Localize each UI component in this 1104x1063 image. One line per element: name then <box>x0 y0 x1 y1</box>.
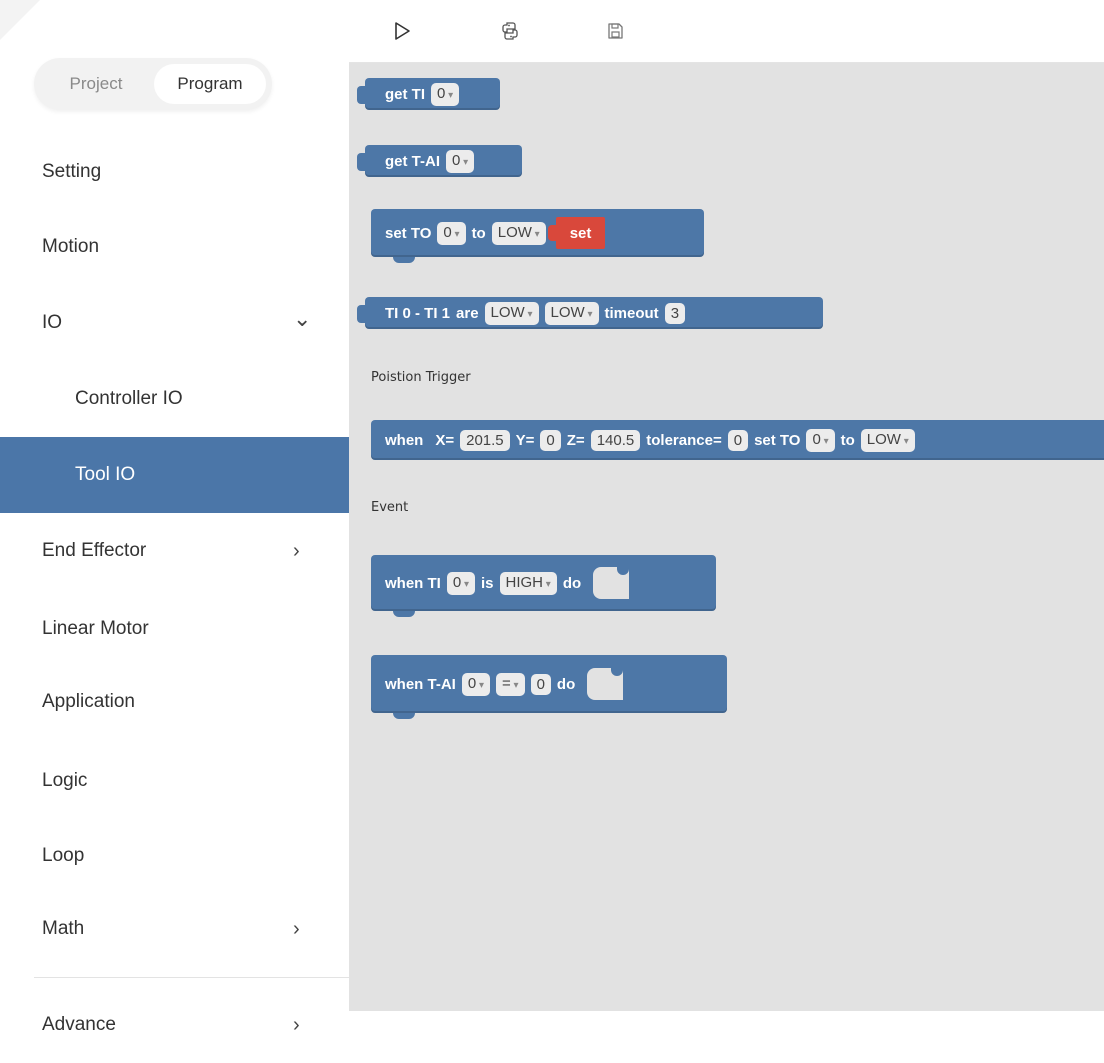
y-input[interactable]: 0 <box>540 429 561 451</box>
block-label: to <box>471 224 486 242</box>
sidebar-item-label: Controller IO <box>75 388 183 409</box>
play-icon[interactable] <box>391 20 413 42</box>
sidebar-item-logic[interactable]: Logic <box>0 743 349 819</box>
statement-input-slot[interactable] <box>593 567 630 599</box>
block-label: X= <box>435 431 455 449</box>
set-value-block[interactable]: set <box>547 217 606 249</box>
sidebar-item-label: Loop <box>42 845 85 866</box>
level-dropdown[interactable]: LOW <box>484 301 539 325</box>
sidebar-item-label: Linear Motor <box>42 618 149 639</box>
tab-program[interactable]: Program <box>154 64 266 104</box>
section-label-position-trigger: Poistion Trigger <box>371 370 471 385</box>
sidebar: Project Program Setting Motion IO ⌄ Cont… <box>0 0 349 1039</box>
operator-dropdown[interactable]: = <box>496 672 525 696</box>
block-get-ti[interactable]: get TI 0 <box>357 78 500 110</box>
save-icon[interactable] <box>604 20 626 42</box>
section-label-event: Event <box>371 500 409 515</box>
port-dropdown[interactable]: 0 <box>437 221 466 245</box>
sidebar-item-label: Motion <box>42 236 100 257</box>
sidebar-item-label: IO <box>42 312 63 333</box>
sidebar-item-tool-io[interactable]: Tool IO <box>0 437 349 513</box>
block-label: when <box>385 431 424 449</box>
level-dropdown[interactable]: LOW <box>491 221 546 245</box>
sidebar-item-label: Advance <box>42 1014 116 1035</box>
sidebar-item-linear-motor[interactable]: Linear Motor <box>0 591 349 667</box>
timeout-input[interactable]: 3 <box>664 302 686 324</box>
toolbar <box>349 0 1104 63</box>
sidebar-item-motion[interactable]: Motion <box>0 209 349 285</box>
sidebar-item-label: Tool IO <box>75 464 136 485</box>
block-label: do <box>562 574 582 592</box>
block-label: when TI <box>385 574 441 592</box>
port-dropdown[interactable]: 0 <box>461 672 490 696</box>
block-when-tai-event[interactable]: when T-AI 0 = 0 do <box>371 655 727 719</box>
sidebar-item-application[interactable]: Application <box>0 664 349 740</box>
sidebar-divider <box>34 977 349 978</box>
level-dropdown[interactable]: LOW <box>544 301 599 325</box>
blocks-workspace[interactable]: get TI 0 get T-AI 0 set TO 0 to LOW set … <box>349 63 1104 1011</box>
port-dropdown[interactable]: 0 <box>446 149 475 173</box>
block-set-to[interactable]: set TO 0 to LOW set <box>371 209 704 263</box>
block-label: tolerance= <box>646 431 722 449</box>
sidebar-item-loop[interactable]: Loop <box>0 818 349 894</box>
sidebar-item-setting[interactable]: Setting <box>0 134 349 210</box>
block-when-ti-event[interactable]: when TI 0 is HIGH do <box>371 555 716 617</box>
block-label: are <box>456 304 479 322</box>
block-label: to <box>840 431 855 449</box>
chevron-right-icon: › <box>293 540 300 562</box>
block-ti-pair-wait[interactable]: TI 0 - TI 1 are LOW LOW timeout 3 <box>357 297 823 329</box>
statement-input-slot[interactable] <box>587 668 624 700</box>
block-label: get T-AI <box>385 152 440 170</box>
sidebar-item-advance[interactable]: Advance › <box>0 987 349 1039</box>
block-label: get TI <box>385 85 425 103</box>
sidebar-item-label: Logic <box>42 770 88 791</box>
block-label: set TO <box>385 224 432 242</box>
z-input[interactable]: 140.5 <box>590 429 641 451</box>
python-icon[interactable] <box>499 20 521 42</box>
block-get-tai[interactable]: get T-AI 0 <box>357 145 522 177</box>
block-label: TI 0 - TI 1 <box>385 304 451 322</box>
sidebar-item-math[interactable]: Math › <box>0 891 349 967</box>
chevron-right-icon: › <box>293 1014 300 1036</box>
port-dropdown[interactable]: 0 <box>806 428 835 452</box>
block-label: set TO <box>754 431 801 449</box>
block-label: Y= <box>515 431 535 449</box>
level-dropdown[interactable]: HIGH <box>499 571 557 595</box>
port-dropdown[interactable]: 0 <box>446 571 475 595</box>
sidebar-item-io[interactable]: IO ⌄ <box>0 285 349 361</box>
sidebar-item-controller-io[interactable]: Controller IO <box>0 361 349 437</box>
sidebar-item-label: Application <box>42 691 135 712</box>
tab-project[interactable]: Project <box>48 64 144 104</box>
sidebar-item-end-effector[interactable]: End Effector › <box>0 513 349 589</box>
block-label: Z= <box>566 431 585 449</box>
value-input[interactable]: 0 <box>530 673 551 695</box>
chevron-down-icon: ⌄ <box>293 306 312 331</box>
x-input[interactable]: 201.5 <box>460 429 510 451</box>
block-notch <box>393 611 415 617</box>
chevron-right-icon: › <box>293 918 300 940</box>
sidebar-item-label: End Effector <box>42 540 147 561</box>
level-dropdown[interactable]: LOW <box>860 428 915 452</box>
mode-toggle: Project Program <box>34 58 272 110</box>
block-notch <box>393 257 415 263</box>
block-notch <box>393 713 415 719</box>
block-label: timeout <box>604 304 659 322</box>
corner-decoration <box>0 0 40 40</box>
block-label: is <box>481 574 494 592</box>
workspace-bottom-strip <box>349 1011 1104 1039</box>
block-label: do <box>556 675 576 693</box>
block-position-trigger[interactable]: when X= 201.5 Y= 0 Z= 140.5 tolerance= 0… <box>371 420 1104 460</box>
tolerance-input[interactable]: 0 <box>727 429 749 451</box>
sidebar-item-label: Setting <box>42 161 102 182</box>
port-dropdown[interactable]: 0 <box>431 82 460 106</box>
sidebar-item-label: Math <box>42 918 85 939</box>
block-label: when T-AI <box>385 675 456 693</box>
